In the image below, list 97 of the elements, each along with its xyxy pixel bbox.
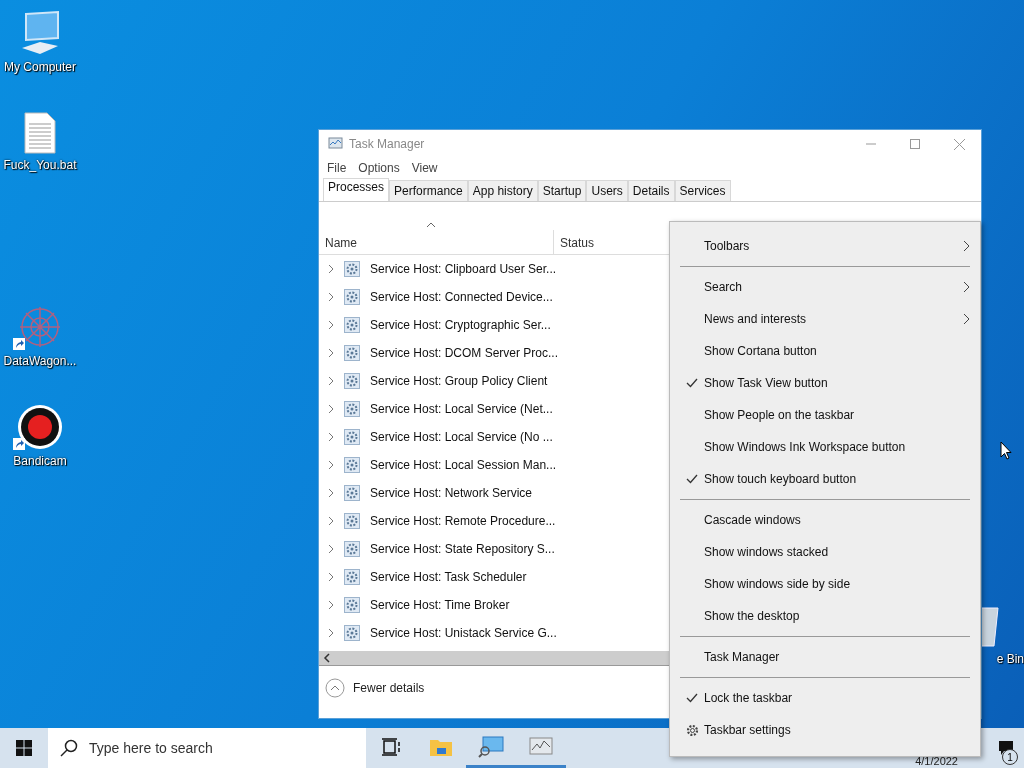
- context-menu-item[interactable]: Search: [680, 271, 970, 303]
- context-menu-item[interactable]: Show touch keyboard button: [680, 463, 970, 495]
- expand-chevron-icon[interactable]: [328, 516, 334, 526]
- expand-chevron-icon[interactable]: [328, 460, 334, 470]
- expand-chevron-icon[interactable]: [328, 432, 334, 442]
- tab[interactable]: App history: [467, 180, 538, 201]
- process-name[interactable]: Service Host: Cryptographic Ser...: [370, 318, 551, 332]
- context-menu-item[interactable]: Show windows stacked: [680, 536, 970, 568]
- scroll-left-icon[interactable]: [323, 653, 331, 663]
- record-icon[interactable]: [17, 404, 63, 450]
- column-header[interactable]: Status: [554, 236, 595, 254]
- context-menu-item[interactable]: News and interests: [680, 303, 970, 335]
- desktop-icon-label[interactable]: DataWagon...: [3, 354, 77, 368]
- menu-item[interactable]: File: [327, 161, 347, 175]
- context-menu-item[interactable]: Show Task View button: [680, 367, 970, 399]
- search-field[interactable]: Type here to search: [48, 728, 366, 768]
- context-menu-item[interactable]: Cascade windows: [680, 504, 970, 536]
- menu-item[interactable]: View: [411, 161, 438, 175]
- sort-caret-icon[interactable]: [426, 222, 436, 228]
- process-name[interactable]: Service Host: Unistack Service G...: [370, 626, 557, 640]
- context-menu-item[interactable]: Show People on the taskbar: [680, 399, 970, 431]
- tab[interactable]: Processes: [323, 178, 390, 201]
- context-menu-item[interactable]: Lock the taskbar: [680, 682, 970, 714]
- gear-icon: [344, 289, 360, 305]
- context-menu-item[interactable]: Taskbar settings: [680, 714, 970, 746]
- gear-icon: [344, 261, 360, 277]
- context-menu-item[interactable]: Show Cortana button: [680, 335, 970, 367]
- process-name[interactable]: Service Host: Local Service (Net...: [370, 402, 553, 416]
- desktop-icon-label[interactable]: e Bin: [996, 652, 1024, 666]
- process-name[interactable]: Service Host: State Repository S...: [370, 542, 555, 556]
- tab[interactable]: Performance: [389, 180, 468, 201]
- process-name[interactable]: Service Host: Clipboard User Ser...: [370, 262, 557, 276]
- gear-icon: [344, 597, 360, 613]
- close-icon[interactable]: [954, 138, 965, 150]
- tab[interactable]: Users: [586, 180, 628, 201]
- gear-icon: [344, 541, 360, 557]
- expand-chevron-icon[interactable]: [328, 404, 334, 414]
- tab[interactable]: Details: [627, 180, 675, 201]
- monitor-chart-icon: [528, 735, 554, 758]
- expand-chevron-icon[interactable]: [328, 544, 334, 554]
- mouse-cursor-icon: [1000, 441, 1012, 460]
- gear-icon: [344, 401, 360, 417]
- column-header[interactable]: Name: [319, 230, 554, 254]
- context-menu-item[interactable]: Task Manager: [680, 641, 970, 673]
- document-icon[interactable]: [23, 112, 57, 154]
- starburst-icon[interactable]: [17, 304, 63, 350]
- expand-chevron-icon[interactable]: [328, 320, 334, 330]
- desktop-icon-label[interactable]: My Computer: [4, 60, 76, 74]
- tab[interactable]: Services: [674, 180, 731, 201]
- process-name[interactable]: Service Host: Connected Device...: [370, 290, 553, 304]
- notification-count: 1: [1002, 749, 1018, 765]
- gear-icon: [344, 457, 360, 473]
- gear-icon: [344, 625, 360, 641]
- context-menu-item[interactable]: Show windows side by side: [680, 568, 970, 600]
- monitor-magnifier-icon: [478, 735, 504, 758]
- windows-logo-icon: [16, 740, 32, 756]
- context-menu-item[interactable]: Show Windows Ink Workspace button: [680, 431, 970, 463]
- expand-chevron-icon[interactable]: [328, 572, 334, 582]
- expand-chevron-icon[interactable]: [328, 600, 334, 610]
- process-name[interactable]: Service Host: DCOM Server Proc...: [370, 346, 559, 360]
- gear-icon: [344, 317, 360, 333]
- context-menu-item[interactable]: Show the desktop: [680, 600, 970, 632]
- shortcut-arrow-icon: [13, 338, 25, 350]
- desktop-icon-label[interactable]: Fuck_You.bat: [3, 158, 77, 172]
- expand-chevron-icon[interactable]: [328, 628, 334, 638]
- expand-chevron-icon[interactable]: [328, 348, 334, 358]
- tab[interactable]: Startup: [537, 180, 587, 201]
- shortcut-arrow-icon: [13, 438, 25, 450]
- monitor-chart-icon: [327, 137, 343, 151]
- window-title: Task Manager: [349, 137, 425, 151]
- gear-icon: [685, 723, 699, 737]
- gear-icon: [344, 345, 360, 361]
- gear-icon: [344, 569, 360, 585]
- collapse-circle-icon[interactable]: [325, 678, 345, 698]
- process-name[interactable]: Service Host: Group Policy Client: [370, 374, 548, 388]
- context-menu-item[interactable]: Toolbars: [680, 230, 970, 262]
- expand-chevron-icon[interactable]: [328, 488, 334, 498]
- desktop-icon-label[interactable]: Bandicam: [13, 454, 67, 468]
- fewer-details-link[interactable]: Fewer details: [353, 681, 425, 695]
- gear-icon: [344, 513, 360, 529]
- process-name[interactable]: Service Host: Task Scheduler: [370, 570, 527, 584]
- search-icon: [60, 739, 78, 757]
- expand-chevron-icon[interactable]: [328, 376, 334, 386]
- gear-icon: [344, 485, 360, 501]
- maximize-icon[interactable]: [910, 139, 920, 149]
- process-name[interactable]: Service Host: Local Session Man...: [370, 458, 557, 472]
- expand-chevron-icon[interactable]: [328, 292, 334, 302]
- clock-date[interactable]: 4/1/2022: [915, 755, 988, 768]
- gear-icon: [344, 373, 360, 389]
- process-name[interactable]: Service Host: Network Service: [370, 486, 533, 500]
- expand-chevron-icon[interactable]: [328, 264, 334, 274]
- task-view-icon: [381, 737, 401, 756]
- process-name[interactable]: Service Host: Remote Procedure...: [370, 514, 556, 528]
- menu-item[interactable]: Options: [358, 161, 400, 175]
- process-name[interactable]: Service Host: Time Broker: [370, 598, 510, 612]
- process-name[interactable]: Service Host: Local Service (No ...: [370, 430, 553, 444]
- gear-icon: [344, 429, 360, 445]
